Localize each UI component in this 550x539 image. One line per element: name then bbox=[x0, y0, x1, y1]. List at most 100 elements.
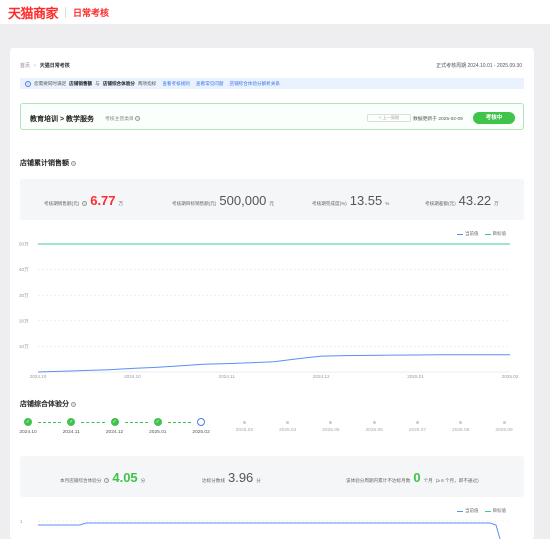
stat-note: (≥ 6 个月，即不通过) bbox=[435, 478, 479, 483]
stat-label: 考核期销售额(元) bbox=[44, 201, 80, 206]
help-icon[interactable]: ? bbox=[70, 160, 76, 166]
timeline-month-label: 2025.02 bbox=[192, 430, 210, 435]
stat-unit: % bbox=[385, 201, 390, 206]
stat-value: 500,000 bbox=[219, 193, 267, 208]
notice-bold-a: 店铺销售额 bbox=[69, 80, 93, 86]
timeline-month-label: 2025.03 bbox=[235, 428, 254, 433]
timeline-month-label: 2025.04 bbox=[278, 428, 297, 433]
analysis-link[interactable]: 店铺综合体验分解析关系 bbox=[229, 81, 280, 87]
timeline-month-label: 2024.12 bbox=[105, 430, 124, 435]
stat-label: 达标分数线 bbox=[202, 478, 225, 483]
timeline-month-label: 2025.06 bbox=[365, 428, 383, 433]
stat-sales: 考核期销售额(元) ? 6.77 万 bbox=[44, 193, 123, 208]
timeline-month-label: 2025.07 bbox=[408, 428, 427, 433]
stat-unit: 元 bbox=[269, 201, 275, 206]
current-series-line bbox=[37, 354, 510, 373]
stat-value: 3.96 bbox=[227, 470, 254, 485]
timeline-step[interactable]: 2025.08 bbox=[451, 418, 471, 433]
breadcrumb-home[interactable]: 首页 bbox=[20, 62, 30, 69]
timeline-step[interactable]: 2025.06 bbox=[364, 418, 384, 433]
data-updated: 数据更新于 2025-02-09 bbox=[413, 117, 463, 122]
stat-monthly-score: 本月店铺综合体验分 ? 4.05 分 bbox=[60, 470, 145, 485]
y-tick-label: 30万 bbox=[19, 293, 29, 299]
breadcrumb-current: 天猫日常考核 bbox=[39, 63, 70, 69]
timeline-step[interactable]: ✓ 2024.11 bbox=[61, 418, 81, 435]
sales-title-text: 店铺累计销售额 bbox=[20, 160, 69, 167]
info-icon: i bbox=[25, 80, 31, 87]
stat-unit: 万 bbox=[118, 201, 124, 206]
x-tick-label: 2024.12 bbox=[313, 374, 330, 379]
tmall-merchant-logo[interactable]: 天猫商家 bbox=[8, 3, 59, 22]
stat-label: 该体验分周期内累计不达标月数 bbox=[346, 478, 411, 483]
chevron-right-icon: › bbox=[34, 62, 36, 69]
x-tick-label: 2024.11 bbox=[219, 374, 236, 379]
check-icon: ✓ bbox=[24, 418, 32, 426]
header-divider bbox=[65, 6, 67, 18]
category-title: 教育培训 > 教学服务 bbox=[30, 116, 94, 123]
pending-dot bbox=[372, 421, 376, 424]
faq-link[interactable]: 查看常见问题 bbox=[196, 81, 224, 87]
y-tick-label: 50万 bbox=[19, 242, 29, 248]
timeline-connector bbox=[81, 422, 105, 423]
stat-unit: 个月 bbox=[423, 478, 433, 483]
stat-gap: 考核期差额(元) 43.22 万 bbox=[425, 193, 499, 208]
help-icon[interactable]: ? bbox=[82, 201, 88, 206]
sales-title: 店铺累计销售额 ? bbox=[20, 158, 76, 168]
rules-link[interactable]: 查看考核规则 bbox=[162, 81, 190, 87]
prev-period-button[interactable]: < 上一周期 bbox=[367, 114, 411, 122]
timeline-month-label: 2025.08 bbox=[452, 428, 470, 433]
stat-unit: 分 bbox=[256, 478, 261, 483]
help-icon[interactable]: ? bbox=[135, 116, 141, 122]
stat-value: 13.55 bbox=[349, 193, 383, 208]
y-tick-label: 40万 bbox=[19, 267, 29, 273]
main-panel: 首页 › 天猫日常考核 正式考核周期 2024.10.01 - 2025.09.… bbox=[10, 48, 534, 539]
category-subtitle-text: 考核主营类目 bbox=[105, 117, 134, 122]
stat-label: 考核期差额(元) bbox=[425, 201, 456, 206]
stat-threshold: 达标分数线 3.96 分 bbox=[202, 470, 261, 485]
pending-dot bbox=[286, 421, 290, 424]
help-icon[interactable]: ? bbox=[104, 478, 110, 483]
pending-dot bbox=[242, 421, 246, 424]
stat-value: 4.05 bbox=[112, 470, 138, 485]
timeline-step[interactable]: 2025.09 bbox=[494, 418, 514, 433]
experience-title: 店铺综合体验分 ? bbox=[20, 399, 76, 409]
timeline-step[interactable]: 2025.03 bbox=[234, 418, 254, 433]
assessment-period: 正式考核周期 2024.10.01 - 2025.09.30 bbox=[436, 63, 522, 69]
timeline-connector bbox=[124, 422, 148, 423]
stat-label: 本月店铺综合体验分 bbox=[60, 478, 102, 483]
timeline-step[interactable]: 2025.02 bbox=[191, 418, 211, 435]
timeline-connector bbox=[38, 422, 62, 423]
stat-value: 43.22 bbox=[458, 193, 492, 208]
check-icon: ✓ bbox=[67, 418, 76, 426]
timeline-month-label: 2025.01 bbox=[149, 430, 167, 435]
notice-text-b: 与 bbox=[95, 80, 100, 86]
stat-value: 6.77 bbox=[90, 193, 116, 208]
pending-dot bbox=[415, 421, 419, 424]
category-box: 教育培训 > 教学服务 考核主营类目 ? < 上一周期 数据更新于 2025-0… bbox=[20, 103, 524, 130]
stat-value: 0 bbox=[413, 470, 421, 485]
pending-dot bbox=[459, 421, 463, 424]
timeline-connector bbox=[167, 422, 192, 423]
timeline-step[interactable]: 2025.05 bbox=[321, 418, 341, 433]
y-tick-label: 10万 bbox=[19, 344, 29, 350]
timeline-step[interactable]: 2025.07 bbox=[407, 418, 427, 433]
stat-label: 考核期目标销售额(元) bbox=[172, 201, 217, 206]
notice-text-a: 您需要同时满足 bbox=[34, 80, 67, 86]
pending-dot bbox=[329, 421, 333, 424]
check-icon: ✓ bbox=[153, 418, 162, 426]
help-icon[interactable]: ? bbox=[70, 401, 76, 407]
pending-dot bbox=[502, 421, 506, 424]
section-title: 日常考核 bbox=[73, 7, 110, 18]
notice-text-c: 两项指标 bbox=[137, 80, 157, 86]
y-tick-label: 1 bbox=[20, 519, 23, 524]
experience-chart: 1 bbox=[20, 519, 510, 539]
stat-label: 考核期完成度(%) bbox=[312, 201, 347, 206]
timeline-step[interactable]: 2025.04 bbox=[278, 418, 298, 433]
status-button[interactable]: 考核中 bbox=[473, 112, 515, 124]
timeline-step[interactable]: ✓ 2024.10 bbox=[18, 418, 38, 435]
timeline-step[interactable]: ✓ 2025.01 bbox=[148, 418, 168, 435]
breadcrumb: 首页 › 天猫日常考核 bbox=[20, 62, 70, 70]
x-tick-label: 2024.10 bbox=[124, 374, 141, 379]
top-bar: 天猫商家 日常考核 bbox=[0, 0, 550, 24]
timeline-step[interactable]: ✓ 2024.12 bbox=[105, 418, 125, 435]
